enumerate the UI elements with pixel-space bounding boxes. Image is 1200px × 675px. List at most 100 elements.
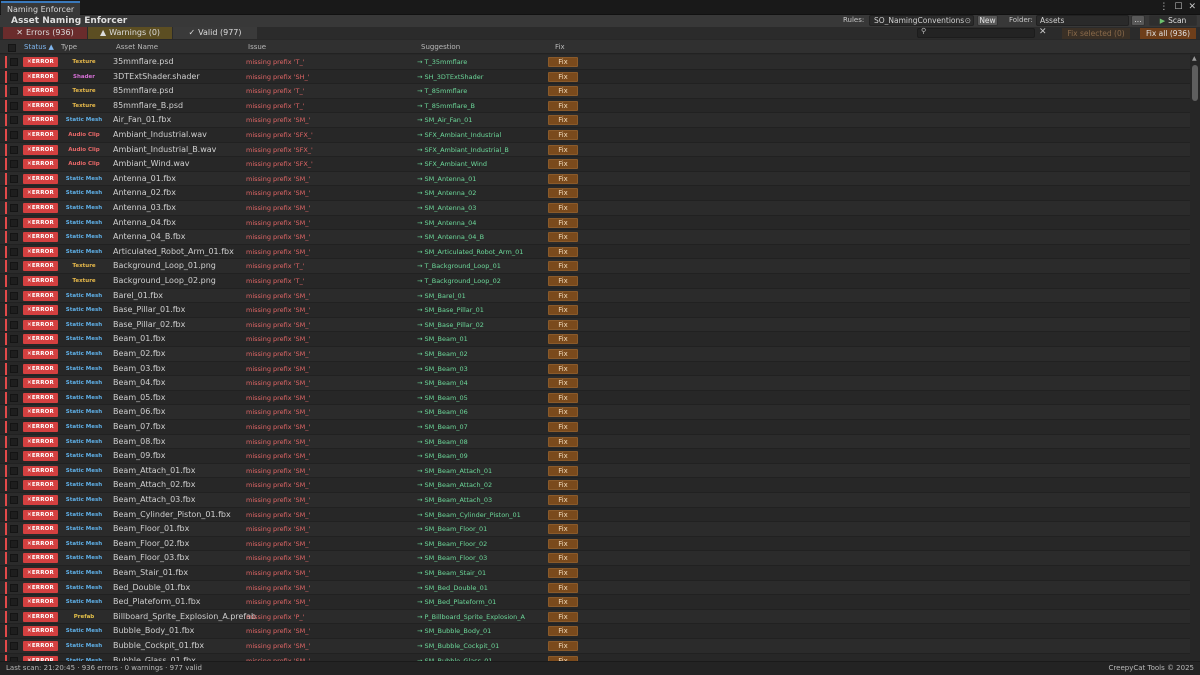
table-row[interactable]: ✕ERROR Static Mesh Beam_06.fbx missing pref… (0, 405, 1190, 420)
row-checkbox[interactable] (10, 87, 18, 96)
table-row[interactable]: ✕ERROR Static Mesh Antenna_03.fbx missing p… (0, 201, 1190, 216)
fix-button[interactable]: Fix (548, 71, 578, 82)
table-row[interactable]: ✕ERROR Static Mesh Beam_Attach_01.fbx missi… (0, 463, 1190, 479)
table-row[interactable]: ✕ERROR Static Mesh Beam_04.fbx missing pref… (0, 376, 1190, 391)
table-row[interactable]: ✕ERROR Static Mesh Base_Pillar_02.fbx missi… (0, 317, 1190, 333)
fix-button[interactable]: Fix (548, 305, 578, 316)
row-checkbox[interactable] (10, 525, 18, 534)
fix-all-button[interactable]: Fix all (936) (1140, 28, 1196, 39)
column-fix[interactable]: Fix (555, 40, 565, 54)
row-checkbox[interactable] (10, 583, 18, 592)
row-checkbox[interactable] (10, 510, 18, 519)
fix-button[interactable]: Fix (548, 188, 578, 199)
window-tab[interactable]: Naming Enforcer (1, 1, 81, 15)
row-checkbox[interactable] (10, 379, 18, 388)
table-row[interactable]: ✕ERROR Static Mesh Beam_Attach_03.fbx missi… (0, 493, 1190, 508)
fix-button[interactable]: Fix (548, 422, 578, 432)
fix-button[interactable]: Fix (548, 582, 578, 593)
fix-button[interactable]: Fix (548, 436, 578, 447)
table-row[interactable]: ✕ERROR Static Mesh Antenna_01.fbx missing p… (0, 171, 1190, 187)
close-icon[interactable]: ✕ (1188, 1, 1196, 14)
table-row[interactable]: ✕ERROR Texture 85mmflare.psd missing prefix… (0, 84, 1190, 99)
fix-button[interactable]: Fix (548, 173, 578, 184)
vertical-scrollbar[interactable]: ▲ (1190, 55, 1200, 661)
scrollbar-thumb[interactable] (1192, 65, 1198, 101)
column-status[interactable]: Status ▲ (24, 40, 54, 54)
table-row[interactable]: ✕ERROR Texture Background_Loop_01.png missi… (0, 259, 1190, 274)
table-row[interactable]: ✕ERROR Static Mesh Bubble_Glass_01.fbx miss… (0, 653, 1190, 661)
row-checkbox[interactable] (10, 233, 18, 242)
fix-button[interactable]: Fix (548, 217, 578, 228)
fix-button[interactable]: Fix (548, 115, 578, 126)
fix-button[interactable]: Fix (548, 524, 578, 535)
table-row[interactable]: ✕ERROR Static Mesh Beam_Floor_01.fbx missin… (0, 522, 1190, 537)
row-checkbox[interactable] (10, 189, 18, 198)
fix-button[interactable]: Fix (548, 349, 578, 359)
table-row[interactable]: ✕ERROR Audio Clip Ambiant_Wind.wav missing … (0, 157, 1190, 172)
row-checkbox[interactable] (10, 364, 18, 373)
row-checkbox[interactable] (10, 72, 18, 81)
fix-button[interactable]: Fix (548, 261, 578, 272)
row-checkbox[interactable] (10, 131, 18, 139)
fix-button[interactable]: Fix (548, 57, 578, 67)
row-checkbox[interactable] (10, 452, 18, 461)
table-row[interactable]: ✕ERROR Static Mesh Beam_05.fbx missing pref… (0, 390, 1190, 406)
fix-button[interactable]: Fix (548, 392, 578, 403)
row-checkbox[interactable] (10, 496, 18, 504)
table-row[interactable]: ✕ERROR Static Mesh Beam_02.fbx missing pref… (0, 347, 1190, 362)
row-checkbox[interactable] (10, 204, 18, 212)
table-row[interactable]: ✕ERROR Shader 3DTExtShader.shader missing p… (0, 69, 1190, 85)
row-checkbox[interactable] (10, 642, 18, 650)
table-row[interactable]: ✕ERROR Static Mesh Barel_01.fbx missing pre… (0, 288, 1190, 304)
row-checkbox[interactable] (10, 627, 18, 636)
fix-button[interactable]: Fix (548, 495, 578, 505)
maximize-icon[interactable]: ☐ (1174, 1, 1182, 14)
row-checkbox[interactable] (10, 437, 18, 446)
table-row[interactable]: ✕ERROR Static Mesh Antenna_02.fbx missing p… (0, 186, 1190, 201)
search-input[interactable] (917, 28, 1035, 38)
table-row[interactable]: ✕ERROR Static Mesh Air_Fan_01.fbx missing p… (0, 113, 1190, 128)
row-checkbox[interactable] (10, 262, 18, 271)
fix-selected-button[interactable]: Fix selected (0) (1062, 28, 1130, 39)
table-row[interactable]: ✕ERROR Static Mesh Beam_07.fbx missing pref… (0, 420, 1190, 435)
clear-search-icon[interactable]: ✕ (1039, 27, 1047, 38)
fix-button[interactable]: Fix (548, 465, 578, 476)
errors-filter-tab[interactable]: ✕ Errors (936) (3, 27, 87, 39)
select-all-checkbox[interactable] (8, 44, 16, 52)
fix-button[interactable]: Fix (548, 538, 578, 549)
fix-button[interactable]: Fix (548, 597, 578, 608)
row-checkbox[interactable] (10, 466, 18, 475)
fix-button[interactable]: Fix (548, 246, 578, 257)
table-row[interactable]: ✕ERROR Static Mesh Antenna_04.fbx missing p… (0, 215, 1190, 231)
row-checkbox[interactable] (10, 598, 18, 607)
browse-folder-button[interactable]: ... (1131, 15, 1145, 26)
table-row[interactable]: ✕ERROR Audio Clip Ambiant_Industrial.wav mi… (0, 128, 1190, 143)
fix-button[interactable]: Fix (548, 276, 578, 286)
kebab-menu-icon[interactable]: ⋮ (1159, 1, 1168, 14)
fix-button[interactable]: Fix (548, 363, 578, 374)
fix-button[interactable]: Fix (548, 407, 578, 418)
scan-button[interactable]: ▶ Scan (1149, 15, 1197, 26)
row-checkbox[interactable] (10, 174, 18, 183)
fix-button[interactable]: Fix (548, 159, 578, 170)
object-picker-icon[interactable]: ⊙ (965, 16, 971, 25)
fix-button[interactable]: Fix (548, 130, 578, 140)
table-row[interactable]: ✕ERROR Texture Background_Loop_02.png missi… (0, 274, 1190, 289)
fix-button[interactable]: Fix (548, 378, 578, 389)
column-suggestion[interactable]: Suggestion (421, 40, 460, 54)
row-checkbox[interactable] (10, 306, 18, 315)
fix-button[interactable]: Fix (548, 509, 578, 520)
fix-button[interactable]: Fix (548, 553, 578, 564)
table-row[interactable]: ✕ERROR Static Mesh Bubble_Body_01.fbx missi… (0, 624, 1190, 639)
table-row[interactable]: ✕ERROR Audio Clip Ambiant_Industrial_B.wav… (0, 142, 1190, 158)
table-row[interactable]: ✕ERROR Static Mesh Bed_Double_01.fbx missin… (0, 580, 1190, 596)
table-row[interactable]: ✕ERROR Static Mesh Beam_08.fbx missing pref… (0, 434, 1190, 450)
row-checkbox[interactable] (10, 247, 18, 256)
column-type[interactable]: Type (61, 40, 77, 54)
table-row[interactable]: ✕ERROR Static Mesh Articulated_Robot_Arm_0… (0, 244, 1190, 260)
row-checkbox[interactable] (10, 291, 18, 300)
table-row[interactable]: ✕ERROR Static Mesh Beam_03.fbx missing pref… (0, 361, 1190, 377)
row-checkbox[interactable] (10, 393, 18, 402)
rules-object-field[interactable]: SO_NamingConventions ⊙ (869, 15, 974, 26)
fix-button[interactable]: Fix (548, 451, 578, 462)
